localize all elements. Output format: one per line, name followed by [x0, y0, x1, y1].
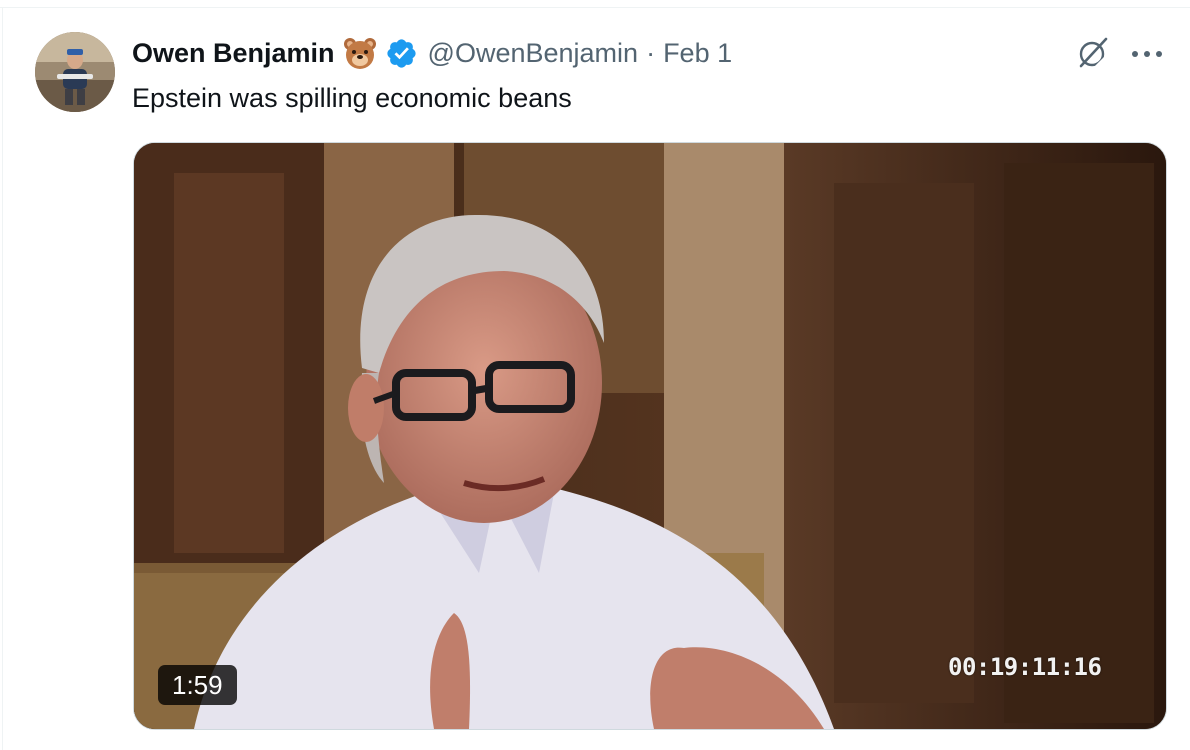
more-horizontal-icon: [1130, 46, 1164, 64]
tweet-date[interactable]: Feb 1: [663, 38, 732, 69]
video-duration-badge: 1:59: [158, 665, 237, 705]
grok-slash-icon: [1075, 35, 1111, 76]
video-player[interactable]: 1:59 00:19:11:16: [133, 142, 1167, 730]
tweet-header: Owen Benjamin @OwenBenjamin · Feb 1: [132, 31, 732, 75]
top-divider: [0, 7, 1190, 8]
avatar[interactable]: [35, 32, 115, 112]
author-display-name[interactable]: Owen Benjamin: [132, 38, 335, 69]
tweet-text: Epstein was spilling economic beans: [132, 83, 572, 113]
bear-face-emoji: [343, 36, 377, 70]
grok-button[interactable]: [1073, 35, 1113, 75]
separator-dot: ·: [646, 37, 656, 68]
video-frame: [134, 143, 1166, 729]
verified-badge-icon[interactable]: [385, 37, 418, 70]
more-options-button[interactable]: [1127, 35, 1167, 75]
left-divider: [2, 7, 3, 750]
author-handle[interactable]: @OwenBenjamin: [428, 38, 639, 69]
video-burned-in-timecode: 00:19:11:16: [948, 653, 1102, 681]
